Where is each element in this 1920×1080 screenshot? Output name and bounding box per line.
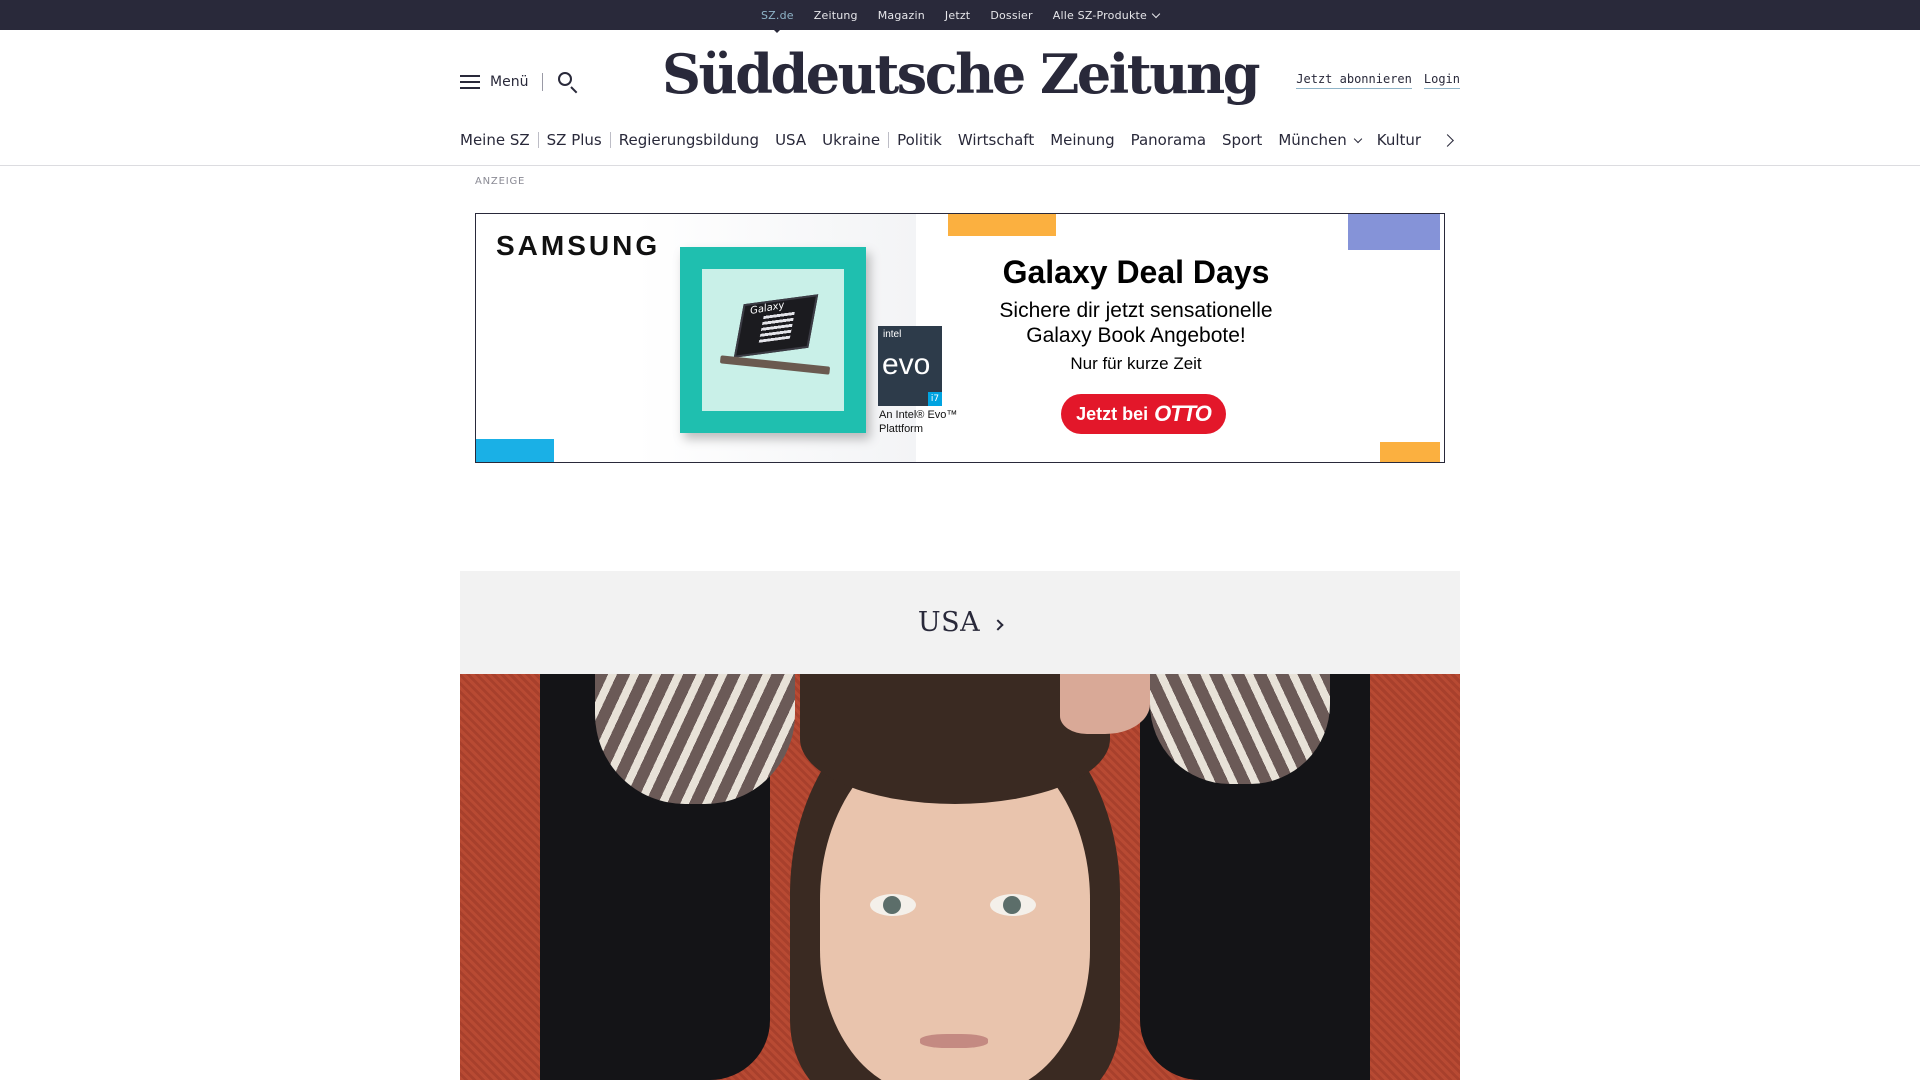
search-icon[interactable]	[557, 71, 579, 94]
nav-item-sport[interactable]: Sport	[1214, 131, 1270, 149]
header-divider	[542, 73, 544, 91]
photo-eye-right	[990, 894, 1036, 916]
main-navigation: Meine SZ SZ Plus Regierungsbildung USA U…	[460, 130, 1454, 150]
nav-item-sz-plus[interactable]: SZ Plus	[539, 131, 610, 149]
menu-button[interactable]: Menü	[460, 71, 579, 94]
nav-item-regierungsbildung[interactable]: Regierungsbildung	[611, 131, 767, 149]
chevron-down-icon	[1151, 9, 1161, 18]
chevron-right-icon	[992, 618, 1004, 631]
product-bar: SZ.de Zeitung Magazin Jetzt Dossier Alle…	[0, 0, 1920, 30]
intel-evo-badge: intel evo i7	[878, 326, 942, 406]
nav-item-wirtschaft[interactable]: Wirtschaft	[950, 131, 1042, 149]
topbar-link-sz-de[interactable]: SZ.de	[761, 9, 794, 22]
nav-item-kultur[interactable]: Kultur	[1369, 131, 1429, 149]
topbar-dropdown-alle-sz-produkte[interactable]: Alle SZ-Produkte	[1052, 8, 1161, 22]
site-logo-wrapper: Süddeutsche Zeitung	[0, 42, 1920, 106]
hamburger-icon	[460, 74, 480, 90]
site-logo[interactable]: Süddeutsche Zeitung	[662, 42, 1261, 106]
photo-hand	[1060, 674, 1150, 734]
subscribe-link[interactable]: Jetzt abonnieren	[1296, 72, 1412, 89]
ad-title: Galaxy Deal Days	[1002, 254, 1270, 290]
nav-item-muenchen-label: München	[1278, 131, 1347, 149]
topbar-link-zeitung[interactable]: Zeitung	[814, 9, 858, 22]
topbar-link-dossier[interactable]: Dossier	[990, 9, 1032, 22]
evo-caption: An Intel® Evo™ Plattform	[879, 409, 958, 435]
nav-item-meine-sz[interactable]: Meine SZ	[460, 131, 538, 149]
nav-item-panorama[interactable]: Panorama	[1123, 131, 1214, 149]
ad-deco-periwinkle	[1348, 214, 1440, 250]
nav-item-meinung[interactable]: Meinung	[1042, 131, 1122, 149]
intel-badge-label: intel	[883, 329, 902, 340]
ad-deco-orange-top	[948, 214, 1056, 236]
samsung-logo: SAMSUNG	[496, 230, 661, 261]
ad-cta-button[interactable]: Jetzt bei OTTO	[1061, 394, 1226, 434]
ad-cta-prefix: Jetzt bei	[1076, 403, 1149, 424]
galaxy-book-product-tile: Galaxy	[680, 247, 866, 433]
ad-deco-orange-bottom	[1380, 442, 1440, 462]
topbar-link-magazin[interactable]: Magazin	[878, 9, 925, 22]
evo-tier-label: i7	[928, 392, 942, 406]
evo-badge-label: evo	[882, 348, 931, 381]
site-header: Menü Süddeutsche Zeitung Jetzt abonniere…	[0, 30, 1920, 166]
ad-note: Nur für kurze Zeit	[1070, 354, 1202, 373]
topbar-link-jetzt[interactable]: Jetzt	[945, 9, 970, 22]
section-header-usa[interactable]: USA	[460, 571, 1460, 674]
photo-eye-left	[870, 894, 916, 916]
chevron-down-icon	[1353, 134, 1363, 143]
ad-deco-cyan	[476, 439, 554, 462]
nav-item-ukraine[interactable]: Ukraine	[814, 131, 888, 149]
teaser-photo[interactable]	[460, 674, 1460, 1080]
account-links: Jetzt abonnieren Login	[1296, 72, 1460, 89]
laptop-image: Galaxy	[702, 269, 844, 411]
ad-subtitle: Sichere dir jetzt sensationelle Galaxy B…	[999, 299, 1273, 347]
photo-mouth	[920, 1034, 988, 1048]
nav-item-politik[interactable]: Politik	[889, 131, 950, 149]
section-title: USA	[917, 607, 981, 638]
nav-item-usa[interactable]: USA	[767, 131, 814, 149]
otto-logo: OTTO	[1154, 401, 1212, 426]
nav-scroll-right-icon[interactable]	[1441, 133, 1454, 147]
samsung-ad-banner[interactable]: SAMSUNG Galaxy intel evo i7 An Intel® Ev…	[475, 213, 1445, 463]
nav-item-muenchen[interactable]: München	[1270, 131, 1368, 149]
ad-label: ANZEIGE	[475, 176, 526, 187]
menu-label: Menü	[490, 74, 529, 90]
topbar-dropdown-label: Alle SZ-Produkte	[1052, 8, 1148, 22]
laptop-base	[719, 355, 831, 375]
login-link[interactable]: Login	[1423, 72, 1460, 89]
